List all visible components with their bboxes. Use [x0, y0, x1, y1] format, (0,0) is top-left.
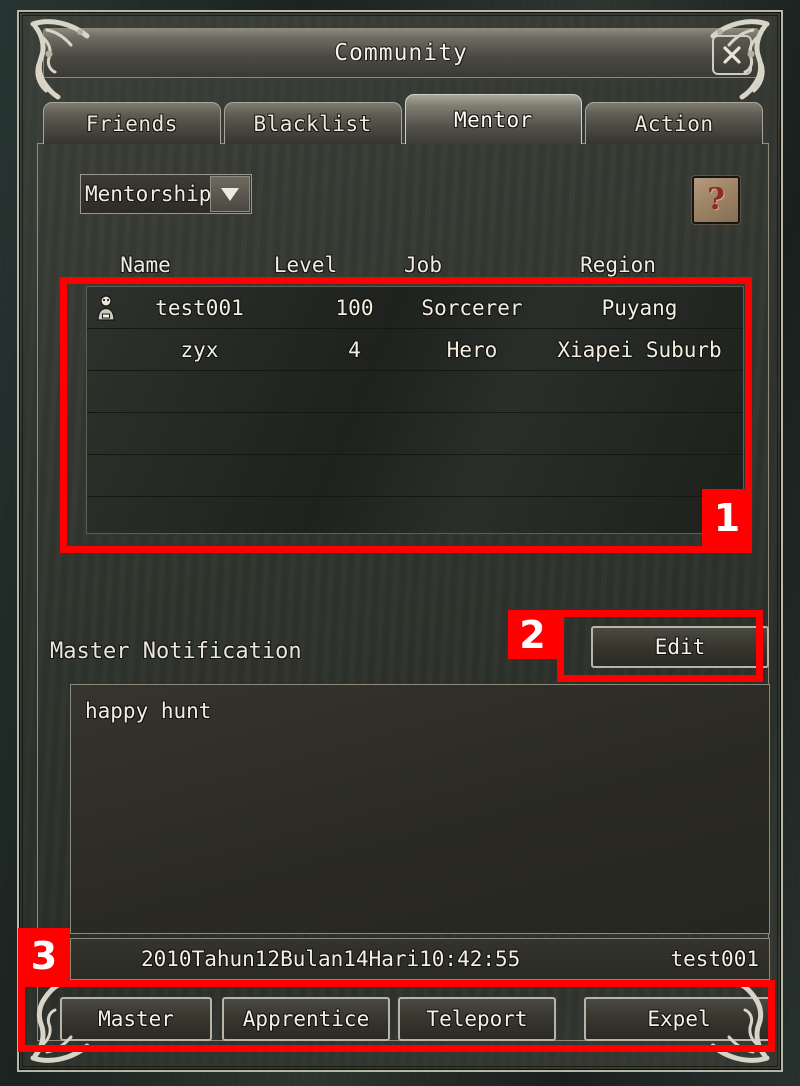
tab-bar: Friends Blacklist Mentor Action: [43, 94, 763, 144]
row-job: Sorcerer: [421, 295, 523, 320]
row-job: Hero: [446, 337, 498, 362]
column-header-level: Level: [273, 253, 338, 277]
help-glyph: ?: [707, 182, 725, 217]
expel-button-label: Expel: [647, 1007, 711, 1031]
teleport-button[interactable]: Teleport: [398, 997, 556, 1041]
table-row-empty[interactable]: [87, 371, 743, 413]
master-bust-icon: [95, 295, 117, 321]
apprentice-button[interactable]: Apprentice: [222, 997, 390, 1041]
mentor-list[interactable]: test001 100 Sorcerer Puyang zyx 4 Hero X…: [86, 286, 744, 534]
master-button-label: Master: [98, 1007, 174, 1031]
tab-blacklist[interactable]: Blacklist: [223, 102, 402, 144]
mentorship-dropdown-value: Mentorship: [85, 182, 212, 206]
action-button-bar: Master Apprentice Teleport Expel: [60, 997, 776, 1041]
table-row-empty[interactable]: [87, 413, 743, 455]
tab-friends[interactable]: Friends: [43, 102, 221, 144]
table-header: Name Level Job Region: [38, 248, 770, 282]
notification-author: test001: [670, 947, 759, 971]
notification-textarea[interactable]: happy hunt: [70, 684, 770, 934]
column-header-name: Name: [120, 253, 171, 277]
close-x-icon: [723, 46, 741, 64]
table-row[interactable]: zyx 4 Hero Xiapei Suburb: [87, 329, 743, 371]
tab-blacklist-label: Blacklist: [253, 111, 372, 136]
master-button[interactable]: Master: [60, 997, 212, 1041]
notification-meta-bar: 2010Tahun12Bulan14Hari10:42:55 test001: [70, 938, 770, 980]
column-header-region: Region: [580, 253, 656, 277]
close-button[interactable]: [712, 35, 752, 75]
community-window: Community Friends Blacklist Mentor Actio…: [17, 10, 783, 1072]
mentorship-dropdown[interactable]: Mentorship: [80, 174, 252, 214]
edit-button-label: Edit: [654, 635, 706, 659]
apprentice-button-label: Apprentice: [242, 1007, 370, 1031]
notification-body: happy hunt: [85, 699, 212, 723]
row-region: Puyang: [601, 295, 678, 320]
master-notification-label: Master Notification: [50, 639, 302, 664]
question-mark-icon[interactable]: ?: [692, 176, 740, 224]
tab-mentor[interactable]: Mentor: [404, 94, 583, 144]
edit-button[interactable]: Edit: [591, 626, 769, 668]
mentor-panel: Mentorship ? Name Level Job Region test0…: [37, 143, 774, 1041]
tab-friends-label: Friends: [85, 111, 178, 136]
notification-timestamp: 2010Tahun12Bulan14Hari10:42:55: [141, 947, 521, 971]
tab-action[interactable]: Action: [585, 102, 763, 144]
row-name: test001: [155, 295, 244, 320]
row-level: 4: [348, 337, 361, 362]
game-screen: Community Friends Blacklist Mentor Actio…: [0, 0, 800, 1086]
chevron-down-icon[interactable]: [210, 176, 250, 212]
tab-mentor-label: Mentor: [453, 107, 533, 132]
window-title: Community: [334, 40, 468, 66]
table-row-empty[interactable]: [87, 455, 743, 497]
table-row-empty[interactable]: [87, 497, 743, 533]
row-region: Xiapei Suburb: [557, 337, 722, 362]
title-bar: Community: [43, 28, 759, 78]
tab-action-label: Action: [634, 111, 714, 136]
column-header-job: Job: [404, 253, 442, 277]
teleport-button-label: Teleport: [426, 1007, 528, 1031]
row-name: zyx: [180, 337, 219, 362]
table-row[interactable]: test001 100 Sorcerer Puyang: [87, 287, 743, 329]
row-level: 100: [335, 295, 374, 320]
expel-button[interactable]: Expel: [584, 997, 774, 1041]
